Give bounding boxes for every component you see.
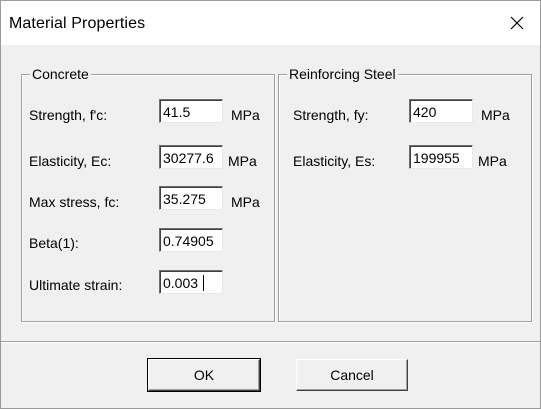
text-caret [203, 275, 204, 291]
ultimate-strain-label: Ultimate strain: [29, 277, 123, 293]
cancel-button[interactable]: Cancel [296, 359, 408, 391]
close-button[interactable] [494, 1, 540, 45]
material-properties-dialog: Material Properties Concrete Strength, f… [0, 0, 541, 409]
concrete-elasticity-label: Elasticity, Ec: [29, 153, 112, 169]
title-bar[interactable]: Material Properties [1, 1, 540, 45]
max-stress-unit: MPa [231, 194, 260, 210]
concrete-elasticity-input[interactable]: 30277.6 [159, 145, 223, 169]
steel-strength-input[interactable]: 420 [409, 99, 473, 123]
reinforcing-steel-group-label: Reinforcing Steel [287, 66, 398, 82]
button-separator [1, 341, 540, 343]
steel-elasticity-label: Elasticity, Es: [293, 153, 376, 169]
steel-elasticity-input[interactable]: 199955 [409, 145, 473, 169]
concrete-group-label: Concrete [30, 66, 91, 82]
concrete-strength-unit: MPa [231, 107, 260, 123]
steel-strength-unit: MPa [481, 107, 510, 123]
steel-elasticity-unit: MPa [478, 153, 507, 169]
dialog-title: Material Properties [9, 15, 146, 32]
beta1-label: Beta(1): [29, 235, 79, 251]
ok-button[interactable]: OK [147, 358, 261, 392]
max-stress-label: Max stress, fc: [29, 194, 120, 210]
ultimate-strain-input[interactable]: 0.003 [159, 270, 223, 294]
max-stress-input[interactable]: 35.275 [159, 186, 223, 210]
close-icon [510, 16, 524, 30]
concrete-elasticity-unit: MPa [228, 153, 257, 169]
concrete-strength-label: Strength, f'c: [29, 107, 108, 123]
beta1-input[interactable]: 0.74905 [159, 228, 223, 252]
steel-strength-label: Strength, fy: [293, 107, 369, 123]
concrete-strength-input[interactable]: 41.5 [159, 99, 223, 123]
